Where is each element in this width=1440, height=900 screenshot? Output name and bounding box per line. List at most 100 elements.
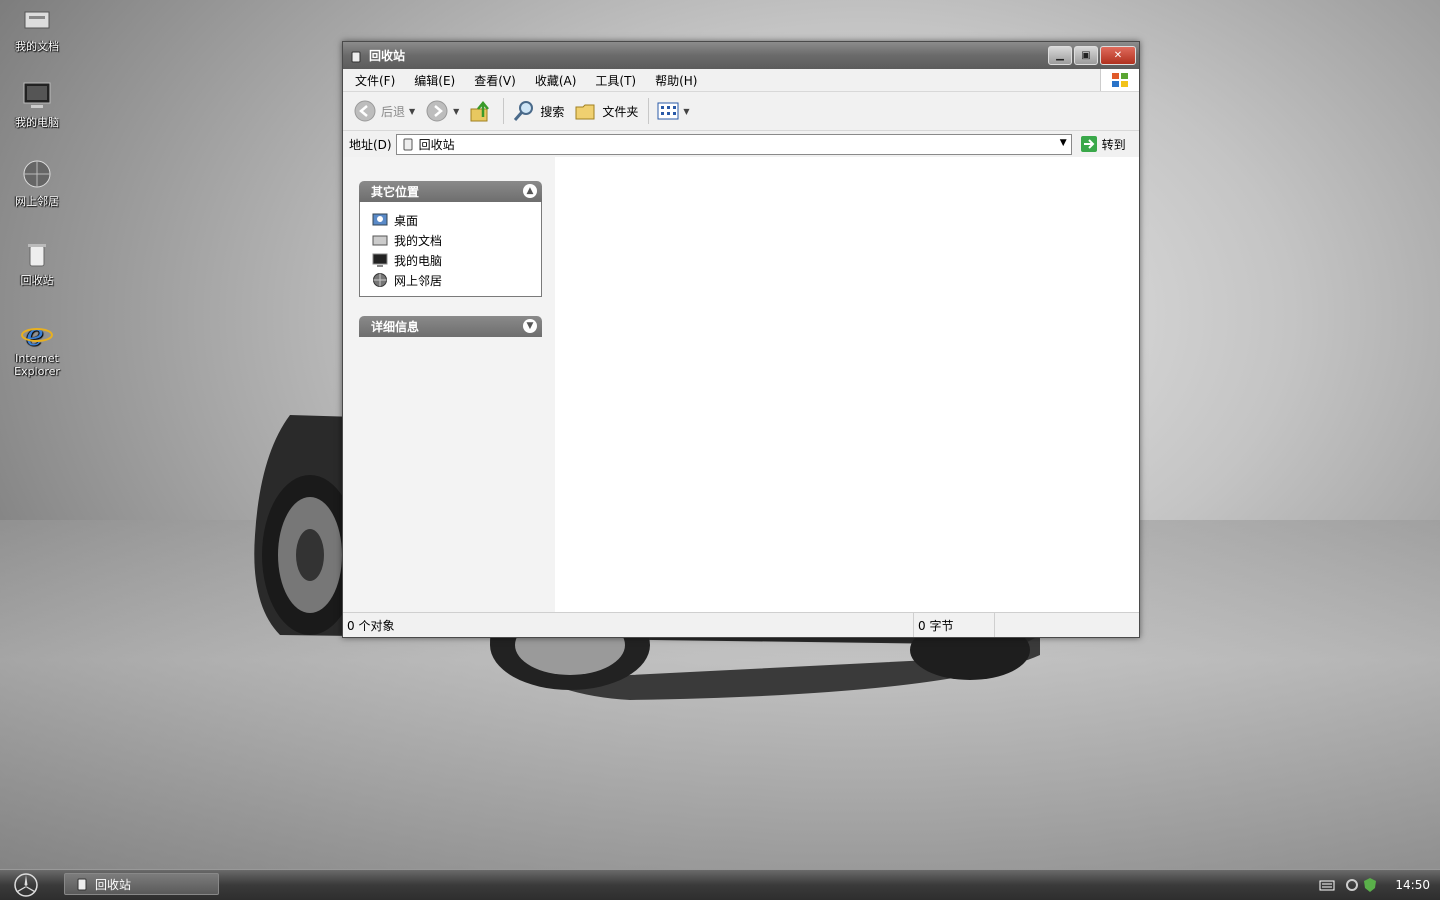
status-size: 0 字节 (918, 618, 954, 633)
search-icon (514, 101, 534, 121)
go-label: 转到 (1101, 137, 1126, 152)
menu-view[interactable]: 查看(V) (462, 72, 523, 89)
back-button[interactable]: 后退 ▼ (353, 99, 415, 123)
address-value: 回收站 (418, 137, 455, 152)
address-bar: 地址(D) 回收站 ▼ 转到 (343, 131, 1139, 158)
views-button[interactable]: ▼ (657, 102, 690, 120)
window-content: 其它位置 ▲ 桌面 我的文档 我的电脑 网上邻居 详细信息 ▼ (343, 157, 1139, 612)
system-tray: 14:50 (1309, 870, 1440, 900)
desktop-icon-my-documents[interactable]: 我的文档 (6, 6, 68, 54)
network-globe-icon (23, 160, 51, 188)
go-arrow-icon (1080, 136, 1097, 152)
views-icon (657, 102, 679, 120)
desktop-icon (372, 213, 388, 226)
place-label: 我的文档 (394, 233, 443, 248)
taskbar: 回收站 14:50 (0, 869, 1440, 900)
back-arrow-icon (354, 100, 376, 122)
close-icon: ✕ (1113, 50, 1123, 61)
my-documents-icon (372, 235, 388, 246)
back-label: 后退 (381, 104, 406, 119)
standard-toolbar: 后退 ▼ ▼ 搜索 文件夹 ▼ (343, 92, 1139, 131)
menu-help[interactable]: 帮助(H) (643, 72, 704, 89)
chevron-up-icon[interactable]: ▲ (523, 184, 537, 198)
other-places-list: 桌面 我的文档 我的电脑 网上邻居 (359, 202, 542, 297)
forward-dropdown-icon[interactable]: ▼ (453, 107, 459, 116)
other-places-title: 其它位置 (371, 185, 420, 199)
toolbar-separator (648, 98, 650, 124)
menu-favorites[interactable]: 收藏(A) (523, 72, 584, 89)
restore-icon: ▣ (1081, 50, 1091, 61)
recycle-bin-icon (28, 244, 46, 267)
window-titlebar[interactable]: 回收站 ▁ ▣ ✕ (343, 42, 1139, 69)
clock[interactable]: 14:50 (1395, 878, 1430, 892)
folders-button[interactable]: 文件夹 (574, 99, 638, 123)
menu-file[interactable]: 文件(F) (343, 72, 402, 89)
place-link-network[interactable]: 网上邻居 (372, 270, 541, 290)
recycle-bin-icon (351, 51, 361, 62)
search-label: 搜索 (540, 104, 565, 119)
desktop-icon-label: 我的电脑 (15, 116, 59, 129)
my-computer-icon (372, 253, 388, 267)
place-link-my-documents[interactable]: 我的文档 (372, 230, 541, 250)
close-button[interactable]: ✕ (1100, 46, 1136, 65)
recycle-bin-icon (403, 138, 413, 151)
place-link-desktop[interactable]: 桌面 (372, 210, 541, 230)
my-computer-icon (23, 82, 51, 108)
address-input[interactable]: 回收站 ▼ (395, 133, 1072, 155)
forward-button[interactable]: ▼ (425, 99, 459, 123)
folders-label: 文件夹 (602, 104, 639, 119)
search-button[interactable]: 搜索 (512, 99, 564, 123)
task-pane: 其它位置 ▲ 桌面 我的文档 我的电脑 网上邻居 详细信息 ▼ (343, 157, 555, 612)
place-label: 网上邻居 (394, 273, 443, 288)
desktop-icon-recycle-bin[interactable]: 回收站 (6, 240, 68, 288)
internet-explorer-icon: e (21, 318, 53, 350)
file-list-area[interactable] (555, 157, 1139, 612)
desktop-icon-label: 我的文档 (15, 40, 59, 53)
go-button[interactable]: 转到 (1080, 135, 1126, 153)
address-label: 地址(D) (349, 137, 392, 152)
start-button[interactable] (12, 872, 40, 898)
desktop-icon-label: 网上邻居 (15, 195, 59, 208)
recycle-bin-window: 回收站 ▁ ▣ ✕ 文件(F) 编辑(E) 查看(V) 收藏(A) 工具(T) … (342, 41, 1140, 638)
menu-tools[interactable]: 工具(T) (583, 72, 643, 89)
address-dropdown-icon[interactable]: ▼ (1060, 138, 1067, 148)
details-header[interactable]: 详细信息 ▼ (359, 316, 542, 337)
back-dropdown-icon[interactable]: ▼ (409, 107, 415, 116)
my-documents-icon (24, 11, 50, 29)
chevron-down-icon[interactable]: ▼ (523, 319, 537, 333)
up-folder-button[interactable] (469, 99, 493, 123)
menu-bar: 文件(F) 编辑(E) 查看(V) 收藏(A) 工具(T) 帮助(H) (343, 69, 1139, 92)
toolbar-separator (503, 98, 505, 124)
place-label: 我的电脑 (394, 253, 443, 268)
status-bar: 0 个对象 0 字节 (343, 612, 1139, 637)
minimize-button[interactable]: ▁ (1048, 46, 1072, 65)
folder-icon (575, 104, 595, 120)
desktop-icon-network[interactable]: 网上邻居 (6, 159, 68, 209)
views-dropdown-icon: ▼ (683, 106, 690, 116)
place-link-my-computer[interactable]: 我的电脑 (372, 250, 541, 270)
network-status-icon[interactable] (1345, 877, 1361, 893)
maximize-button[interactable]: ▣ (1074, 46, 1098, 65)
details-title: 详细信息 (371, 320, 420, 334)
up-folder-icon (470, 101, 490, 122)
menu-edit[interactable]: 编辑(E) (402, 72, 462, 89)
windows-logo-icon (1100, 69, 1139, 91)
security-shield-icon[interactable] (1363, 877, 1377, 893)
other-places-header[interactable]: 其它位置 ▲ (359, 181, 542, 202)
desktop-icon-label: 回收站 (20, 274, 54, 287)
status-object-count: 0 个对象 (347, 618, 395, 633)
minimize-icon: ▁ (1056, 50, 1064, 61)
desktop-icon-internet-explorer[interactable]: e Internet Explorer (6, 318, 68, 378)
place-label: 桌面 (394, 213, 419, 228)
forward-arrow-icon (426, 100, 448, 122)
details-panel: 详细信息 ▼ (359, 316, 542, 337)
desktop-icon-my-computer[interactable]: 我的电脑 (6, 80, 68, 130)
taskbar-item-label: 回收站 (95, 877, 132, 892)
desktop-icon-label: Internet Explorer (14, 352, 60, 378)
svg-text:e: e (26, 318, 44, 350)
taskbar-item-recycle-bin[interactable]: 回收站 (64, 873, 219, 895)
network-globe-icon (373, 273, 387, 287)
other-places-panel: 其它位置 ▲ 桌面 我的文档 我的电脑 网上邻居 (359, 181, 542, 297)
recycle-bin-icon (77, 878, 87, 891)
keyboard-icon[interactable] (1319, 879, 1335, 891)
